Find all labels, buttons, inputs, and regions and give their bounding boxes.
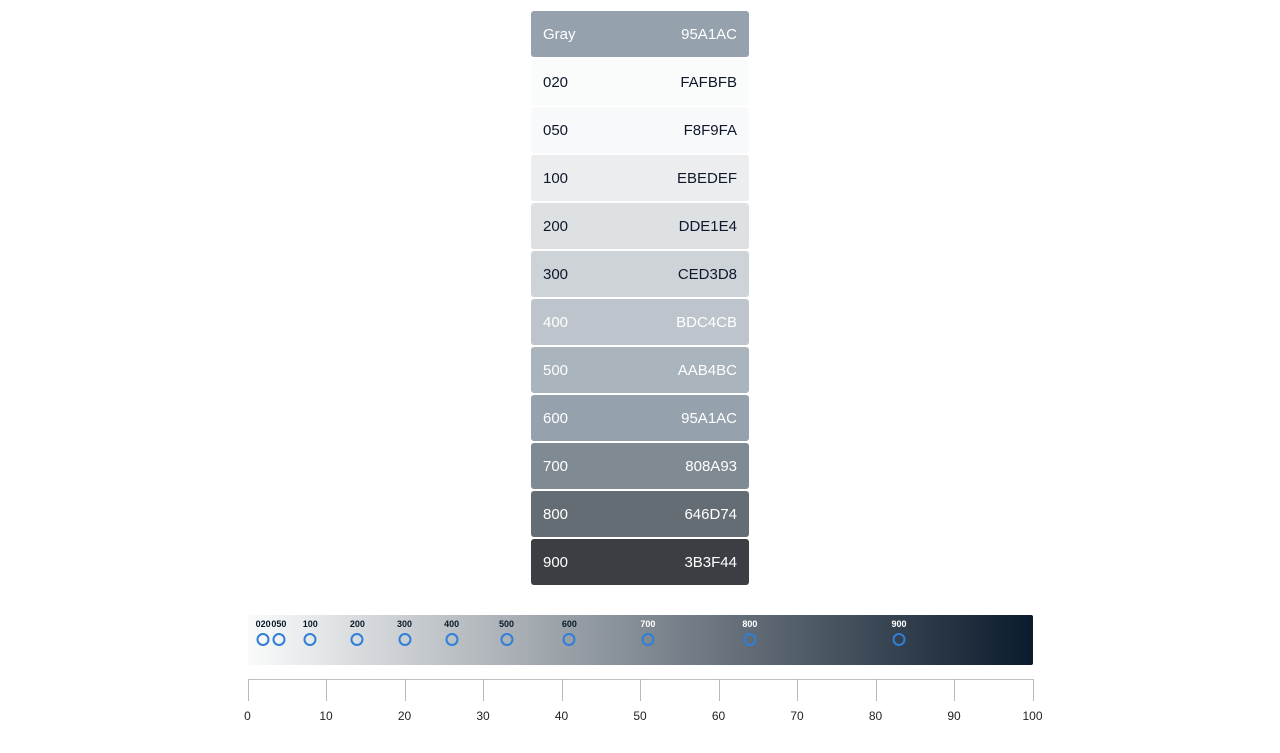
ruler-tick xyxy=(954,679,955,701)
gradient-handle[interactable]: 020 xyxy=(256,619,271,646)
swatch-hex: FAFBFB xyxy=(680,74,737,91)
ruler-tick xyxy=(562,679,563,701)
handle-circle-icon xyxy=(257,633,270,646)
swatch-header: Gray 95A1AC xyxy=(531,11,749,57)
handle-label: 900 xyxy=(892,619,907,629)
swatch-step: 050 xyxy=(543,122,568,139)
ruler-tick xyxy=(326,679,327,701)
ruler-tick xyxy=(483,679,484,701)
ruler-tick-label: 40 xyxy=(555,709,568,723)
gradient-handle[interactable]: 900 xyxy=(892,619,907,646)
ruler-tick-label: 70 xyxy=(790,709,803,723)
handle-circle-icon xyxy=(743,633,756,646)
swatch-row[interactable]: 300 CED3D8 xyxy=(531,251,749,297)
gradient-handle[interactable]: 200 xyxy=(350,619,365,646)
swatch-hex: AAB4BC xyxy=(678,362,737,379)
swatch-row[interactable]: 020 FAFBFB xyxy=(531,59,749,105)
swatch-step: 500 xyxy=(543,362,568,379)
handle-label: 200 xyxy=(350,619,365,629)
ruler-tick-label: 100 xyxy=(1022,709,1042,723)
swatch-step: 200 xyxy=(543,218,568,235)
palette-primary-hex: 95A1AC xyxy=(681,26,737,43)
ruler-tick xyxy=(1033,679,1034,701)
handle-label: 600 xyxy=(562,619,577,629)
handle-circle-icon xyxy=(563,633,576,646)
swatch-step: 800 xyxy=(543,506,568,523)
gradient-handle[interactable]: 700 xyxy=(640,619,655,646)
ruler: 0102030405060708090100 xyxy=(248,679,1033,729)
handle-circle-icon xyxy=(272,633,285,646)
ruler-tick xyxy=(876,679,877,701)
gradient-handle[interactable]: 500 xyxy=(499,619,514,646)
swatch-row[interactable]: 100 EBEDEF xyxy=(531,155,749,201)
ruler-tick-label: 10 xyxy=(319,709,332,723)
swatch-row[interactable]: 500 AAB4BC xyxy=(531,347,749,393)
swatch-hex: 808A93 xyxy=(685,458,737,475)
handle-label: 500 xyxy=(499,619,514,629)
ruler-tick-label: 60 xyxy=(712,709,725,723)
swatch-step: 400 xyxy=(543,314,568,331)
swatch-row[interactable]: 700 808A93 xyxy=(531,443,749,489)
palette-name: Gray xyxy=(543,26,576,43)
handle-circle-icon xyxy=(893,633,906,646)
gradient-handle[interactable]: 100 xyxy=(303,619,318,646)
ruler-tick-label: 90 xyxy=(947,709,960,723)
handle-label: 400 xyxy=(444,619,459,629)
ruler-tick xyxy=(248,679,249,701)
color-swatch-list: Gray 95A1AC 020 FAFBFB 050 F8F9FA 100 EBEDEF 200… xyxy=(531,11,749,585)
handle-label: 020 xyxy=(256,619,271,629)
handle-circle-icon xyxy=(445,633,458,646)
swatch-hex: CED3D8 xyxy=(678,266,737,283)
swatch-row[interactable]: 600 95A1AC xyxy=(531,395,749,441)
swatch-step: 100 xyxy=(543,170,568,187)
swatch-step: 600 xyxy=(543,410,568,427)
ruler-tick-label: 0 xyxy=(244,709,251,723)
ruler-tick xyxy=(797,679,798,701)
gradient-handle[interactable]: 400 xyxy=(444,619,459,646)
ruler-tick xyxy=(719,679,720,701)
swatch-hex: F8F9FA xyxy=(684,122,737,139)
ruler-tick xyxy=(405,679,406,701)
ruler-tick-label: 30 xyxy=(476,709,489,723)
ruler-tick xyxy=(640,679,641,701)
handle-label: 700 xyxy=(640,619,655,629)
ruler-tick-label: 80 xyxy=(869,709,882,723)
gradient-bar[interactable]: 020050 100 200 300 400 500 600 700 800 900 xyxy=(248,615,1033,665)
handle-circle-icon xyxy=(641,633,654,646)
gradient-handle[interactable]: 600 xyxy=(562,619,577,646)
swatch-step: 020 xyxy=(543,74,568,91)
gradient-handle[interactable]: 800 xyxy=(742,619,757,646)
handle-circle-icon xyxy=(304,633,317,646)
swatch-hex: BDC4CB xyxy=(676,314,737,331)
handle-circle-icon xyxy=(398,633,411,646)
swatch-row[interactable]: 400 BDC4CB xyxy=(531,299,749,345)
ruler-tick-label: 50 xyxy=(633,709,646,723)
swatch-row[interactable]: 200 DDE1E4 xyxy=(531,203,749,249)
ruler-tick-label: 20 xyxy=(398,709,411,723)
swatch-row[interactable]: 800 646D74 xyxy=(531,491,749,537)
swatch-hex: 646D74 xyxy=(684,506,737,523)
swatch-step: 900 xyxy=(543,554,568,571)
handle-label: 050 xyxy=(271,619,286,629)
handle-label: 800 xyxy=(742,619,757,629)
gradient-handle[interactable]: 050 xyxy=(271,619,286,646)
handle-label: 300 xyxy=(397,619,412,629)
handle-circle-icon xyxy=(351,633,364,646)
swatch-hex: EBEDEF xyxy=(677,170,737,187)
swatch-hex: 3B3F44 xyxy=(684,554,737,571)
gradient-handle[interactable]: 300 xyxy=(397,619,412,646)
swatch-row[interactable]: 050 F8F9FA xyxy=(531,107,749,153)
swatch-row[interactable]: 900 3B3F44 xyxy=(531,539,749,585)
gradient-section: 020050 100 200 300 400 500 600 700 800 900 xyxy=(248,615,1033,665)
handle-label: 100 xyxy=(303,619,318,629)
handle-circle-icon xyxy=(500,633,513,646)
swatch-hex: 95A1AC xyxy=(681,410,737,427)
swatch-step: 700 xyxy=(543,458,568,475)
swatch-step: 300 xyxy=(543,266,568,283)
swatch-hex: DDE1E4 xyxy=(679,218,737,235)
